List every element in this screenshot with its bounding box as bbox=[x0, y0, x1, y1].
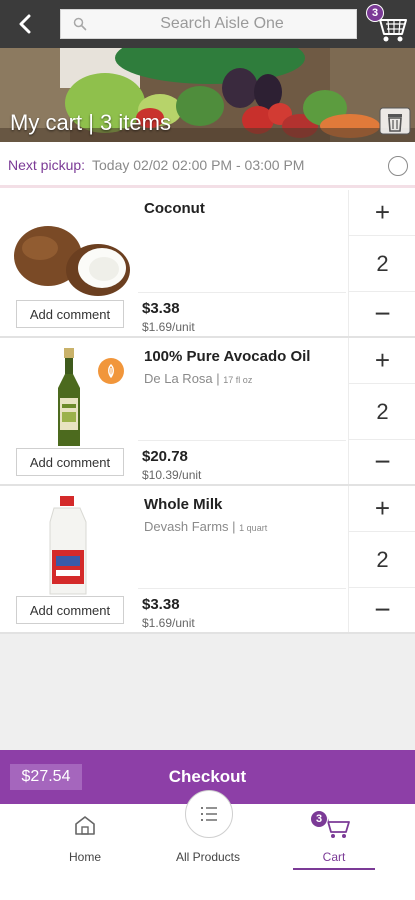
nav-cart-count-badge: 3 bbox=[310, 810, 328, 828]
brand-separator: | bbox=[232, 519, 236, 534]
nav-home-label: Home bbox=[68, 850, 101, 864]
cart-title: My cart | 3 items bbox=[10, 110, 171, 135]
add-comment-button[interactable]: Add comment bbox=[16, 448, 124, 476]
quantity-value: 2 bbox=[349, 532, 415, 588]
pickup-select-radio[interactable] bbox=[388, 156, 408, 176]
nav-all-products-label: All Products bbox=[175, 850, 241, 864]
item-name[interactable]: 100% Pure Avocado Oil bbox=[144, 348, 310, 365]
increase-quantity-button[interactable]: + bbox=[349, 486, 415, 532]
trash-icon bbox=[379, 107, 411, 135]
nav-all-products[interactable]: All Products bbox=[160, 814, 256, 864]
item-name[interactable]: Whole Milk bbox=[144, 496, 222, 513]
search-input[interactable] bbox=[91, 10, 353, 38]
pickup-row[interactable]: Next pickup: Today 02/02 02:00 PM - 03:0… bbox=[0, 142, 415, 188]
item-size: 1 quart bbox=[239, 523, 268, 533]
cart-item-coconut: Add comment Coconut $3.38 $1.69/unit + 2… bbox=[0, 190, 415, 338]
search-box[interactable] bbox=[60, 9, 357, 39]
decrease-quantity-button[interactable]: − bbox=[349, 292, 415, 336]
item-unit-price: $1.69/unit bbox=[142, 616, 195, 630]
home-icon bbox=[75, 816, 95, 835]
quantity-value: 2 bbox=[349, 384, 415, 440]
search-icon bbox=[73, 17, 87, 31]
cart-count-badge: 3 bbox=[366, 4, 384, 22]
item-unit-price: $1.69/unit bbox=[142, 320, 195, 334]
dietary-badge-icon bbox=[98, 358, 124, 384]
quantity-stepper: + 2 − bbox=[348, 190, 415, 336]
item-price: $20.78 bbox=[142, 448, 188, 465]
decrease-quantity-button[interactable]: − bbox=[349, 440, 415, 484]
item-price: $3.38 bbox=[142, 300, 180, 317]
item-brand-name: Devash Farms bbox=[144, 519, 229, 534]
chevron-left-icon bbox=[19, 14, 31, 34]
add-comment-button[interactable]: Add comment bbox=[16, 300, 124, 328]
item-name[interactable]: Coconut bbox=[144, 200, 205, 217]
coconut-image bbox=[14, 226, 130, 296]
cart-items-list: Add comment Coconut $3.38 $1.69/unit + 2… bbox=[0, 190, 415, 634]
item-unit-price: $10.39/unit bbox=[142, 468, 202, 482]
top-bar: 3 bbox=[0, 0, 415, 48]
nav-cart[interactable]: 3 Cart bbox=[293, 810, 375, 870]
cart-banner: My cart | 3 items bbox=[0, 48, 415, 142]
bottom-nav: Home All Products 3 Cart bbox=[0, 790, 415, 900]
nav-home[interactable]: Home bbox=[55, 814, 115, 864]
item-size: 17 fl oz bbox=[223, 375, 253, 385]
quantity-value: 2 bbox=[349, 236, 415, 292]
milk-jug-image bbox=[49, 496, 87, 595]
divider bbox=[138, 292, 346, 293]
item-brand-name: De La Rosa bbox=[144, 371, 213, 386]
decrease-quantity-button[interactable]: − bbox=[349, 588, 415, 632]
header-cart-button[interactable]: 3 bbox=[366, 4, 410, 44]
cart-item-avocado-oil: Add comment 100% Pure Avocado Oil De La … bbox=[0, 338, 415, 486]
increase-quantity-button[interactable]: + bbox=[349, 190, 415, 236]
add-comment-button[interactable]: Add comment bbox=[16, 596, 124, 624]
item-brand: Devash Farms | 1 quart bbox=[144, 519, 267, 534]
cart-item-whole-milk: Add comment Whole Milk Devash Farms | 1 … bbox=[0, 486, 415, 634]
item-price: $3.38 bbox=[142, 596, 180, 613]
pickup-time: Today 02/02 02:00 PM - 03:00 PM bbox=[92, 157, 305, 173]
quantity-stepper: + 2 − bbox=[348, 338, 415, 484]
item-brand: De La Rosa | 17 fl oz bbox=[144, 371, 252, 386]
pickup-label: Next pickup: bbox=[8, 157, 86, 173]
increase-quantity-button[interactable]: + bbox=[349, 338, 415, 384]
brand-separator: | bbox=[216, 371, 220, 386]
divider bbox=[138, 440, 346, 441]
cart-screen: 3 My cart | 3 items bbox=[0, 0, 415, 900]
quantity-stepper: + 2 − bbox=[348, 486, 415, 632]
nav-cart-label: Cart bbox=[322, 850, 346, 864]
cart-total: $27.54 bbox=[10, 764, 82, 790]
empty-space bbox=[0, 634, 415, 750]
back-button[interactable] bbox=[10, 9, 40, 39]
divider bbox=[138, 588, 346, 589]
clear-cart-button[interactable] bbox=[379, 107, 411, 135]
